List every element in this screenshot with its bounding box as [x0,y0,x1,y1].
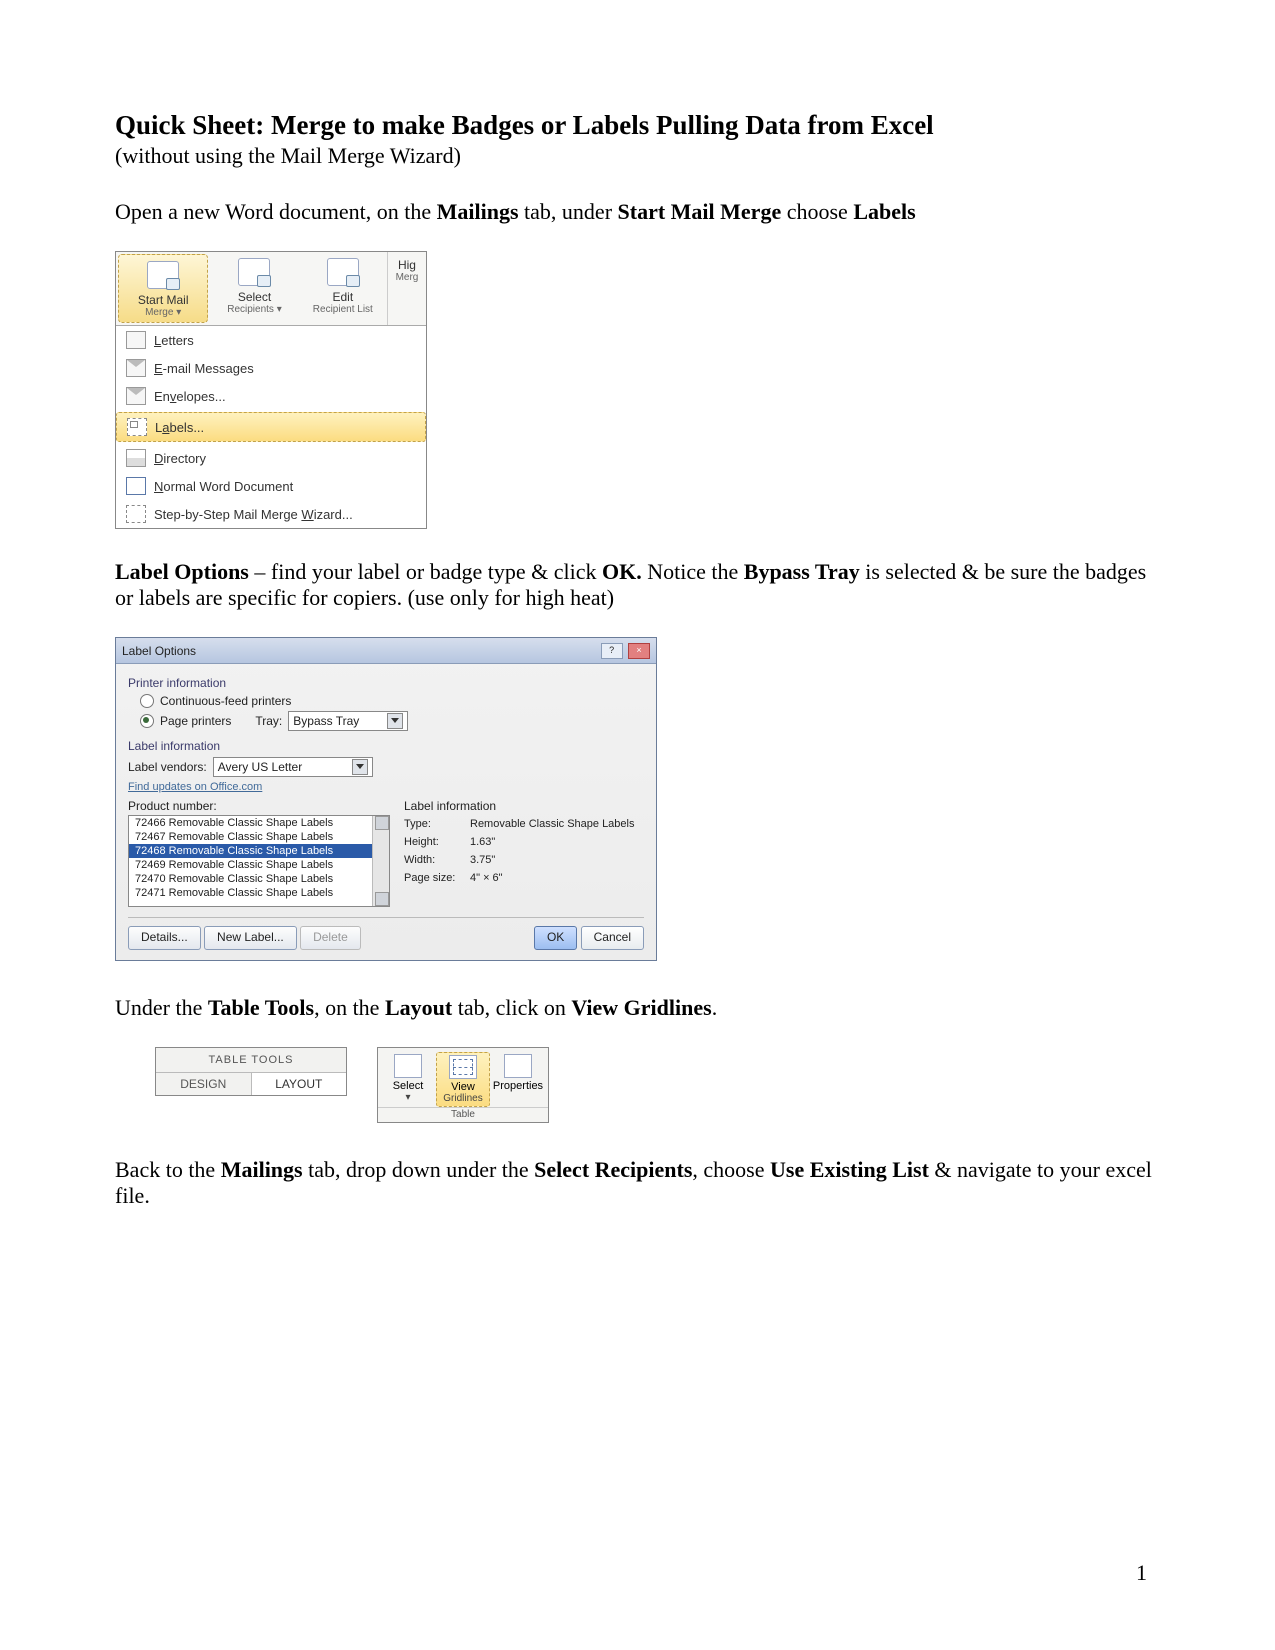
paragraph-2: Label Options – find your label or badge… [115,559,1160,611]
letter-icon [126,331,146,349]
properties-icon [504,1054,532,1078]
info-key-height: Height: [404,833,462,851]
table-tools-title: TABLE TOOLS [156,1048,346,1072]
menu-item-e-mail-messages[interactable]: E-mail Messages [116,354,426,382]
tab-layout[interactable]: LAYOUT [252,1073,347,1095]
section-printer-info: Printer information [128,676,644,690]
start-mail-merge-button[interactable]: Start MailMerge ▾ [118,254,208,323]
label-vendors-select[interactable]: Avery US Letter [213,757,373,777]
mail-merge-icon [147,261,179,289]
help-button[interactable]: ? [601,643,623,659]
scrollbar[interactable] [372,816,389,906]
paragraph-1: Open a new Word document, on the Mailing… [115,199,1160,225]
recipients-icon [238,258,270,286]
menu-item-label: Labels... [155,420,204,435]
chevron-down-icon [387,713,403,729]
wiz-icon [126,505,146,523]
tray-label: Tray: [255,714,282,728]
paragraph-4: Back to the Mailings tab, drop down unde… [115,1157,1160,1209]
select-recipients-button[interactable]: SelectRecipients ▾ [210,252,298,325]
section-label-info: Label information [128,739,644,753]
cancel-button[interactable]: Cancel [581,926,644,950]
screenshot-table-tools: TABLE TOOLS DESIGN LAYOUT Select▾ ViewGr… [155,1047,1160,1123]
menu-item-label: Step-by-Step Mail Merge Wizard... [154,507,353,522]
delete-button: Delete [300,926,361,950]
radio-continuous-feed[interactable]: Continuous-feed printers [140,694,644,708]
ribbon-group-label: Table [378,1107,548,1122]
product-list-item[interactable]: 72468 Removable Classic Shape Labels [129,844,389,858]
details-button[interactable]: Details... [128,926,201,950]
page-subtitle: (without using the Mail Merge Wizard) [115,143,1160,169]
paragraph-3: Under the Table Tools, on the Layout tab… [115,995,1160,1021]
highlight-merge-fields-button[interactable]: HigMerg [388,252,426,325]
menu-item-normal-word-document[interactable]: Normal Word Document [116,472,426,500]
screenshot-start-mail-merge: Start MailMerge ▾ SelectRecipients ▾ Edi… [115,251,427,529]
menu-item-label: E-mail Messages [154,361,254,376]
close-button[interactable]: × [628,643,650,659]
menu-item-letters[interactable]: Letters [116,326,426,354]
new-label-button[interactable]: New Label... [204,926,297,950]
radio-icon [140,694,154,708]
edit-list-icon [327,258,359,286]
find-updates-link[interactable]: Find updates on Office.com [128,781,644,793]
label-information-header: Label information [404,799,644,813]
menu-item-label: Normal Word Document [154,479,293,494]
radio-page-printers[interactable]: Page printers Tray: Bypass Tray [140,711,644,731]
product-list-item[interactable]: 72467 Removable Classic Shape Labels [129,830,389,844]
dialog-titlebar: Label Options ? × [116,638,656,664]
menu-item-label: Envelopes... [154,389,226,404]
edit-recipient-list-button[interactable]: EditRecipient List [299,252,387,325]
view-gridlines-button[interactable]: ViewGridlines [436,1052,490,1107]
ok-button[interactable]: OK [534,926,577,950]
menu-item-directory[interactable]: Directory [116,444,426,472]
info-val-pagesize: 4" × 6" [470,869,503,887]
page-number: 1 [1136,1560,1147,1586]
product-list-item[interactable]: 72466 Removable Classic Shape Labels [129,816,389,830]
product-list-item[interactable]: 72470 Removable Classic Shape Labels [129,872,389,886]
info-val-width: 3.75" [470,851,495,869]
product-number-label: Product number: [128,799,390,813]
menu-item-step-by-step-mail-merge-wizard[interactable]: Step-by-Step Mail Merge Wizard... [116,500,426,528]
menu-item-label: Letters [154,333,194,348]
info-key-pagesize: Page size: [404,869,462,887]
screenshot-label-options-dialog: Label Options ? × Printer information Co… [115,637,657,961]
chevron-down-icon [352,759,368,775]
product-list-item[interactable]: 72469 Removable Classic Shape Labels [129,858,389,872]
info-key-width: Width: [404,851,462,869]
info-val-height: 1.63" [470,833,495,851]
tray-select[interactable]: Bypass Tray [288,711,408,731]
info-key-type: Type: [404,815,462,833]
norm-icon [126,477,146,495]
table-tools-contextual-tab: TABLE TOOLS DESIGN LAYOUT [155,1047,347,1096]
env-icon [126,387,146,405]
menu-item-label: Directory [154,451,206,466]
select-table-button[interactable]: Select▾ [382,1052,434,1107]
label-vendors-label: Label vendors: [128,760,207,774]
dialog-title-text: Label Options [122,644,196,658]
menu-item-labels[interactable]: Labels... [116,412,426,442]
menu-item-envelopes[interactable]: Envelopes... [116,382,426,410]
lab-sel-icon [127,418,147,436]
gridlines-icon [449,1055,477,1079]
cursor-icon [394,1054,422,1078]
env-icon [126,359,146,377]
product-list-item[interactable]: 72471 Removable Classic Shape Labels [129,886,389,900]
product-number-list[interactable]: 72466 Removable Classic Shape Labels7246… [128,815,390,907]
page-title: Quick Sheet: Merge to make Badges or Lab… [115,110,1160,141]
info-val-type: Removable Classic Shape Labels [470,815,634,833]
table-properties-button[interactable]: Properties [492,1052,544,1107]
table-group-ribbon: Select▾ ViewGridlines Properties Table [377,1047,549,1123]
radio-icon-checked [140,714,154,728]
dir-icon [126,449,146,467]
tab-design[interactable]: DESIGN [156,1073,252,1095]
